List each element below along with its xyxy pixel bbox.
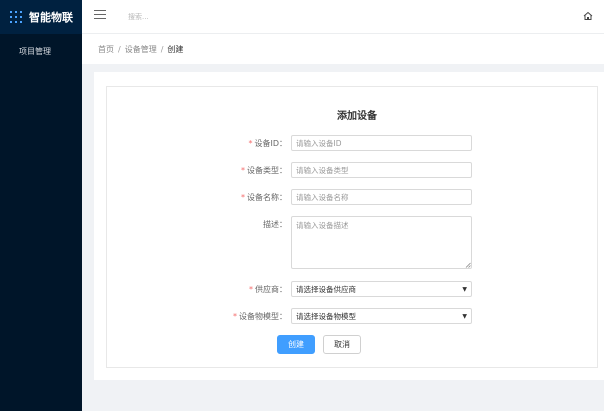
create-button[interactable]: 创建 xyxy=(277,335,315,354)
device-type-input[interactable] xyxy=(291,162,472,178)
search-input[interactable] xyxy=(128,10,268,24)
breadcrumb-separator: / xyxy=(160,44,164,54)
field-row-model: * 设备物模型： 请选择设备物模型 ▼ xyxy=(107,308,597,324)
supplier-label: * 供应商： xyxy=(249,285,287,294)
required-mark: * xyxy=(249,285,253,294)
app-name: 智能物联 xyxy=(29,11,73,24)
supplier-select[interactable]: 请选择设备供应商 ▼ xyxy=(291,281,472,297)
device-id-input[interactable] xyxy=(291,135,472,151)
required-mark: * xyxy=(233,312,237,321)
form-card: 添加设备 *设备ID： *设备类型： *设备名称： 描述： *供应商： 请选择设… xyxy=(106,86,598,368)
model-label: * 设备物模型： xyxy=(233,312,287,321)
cancel-button[interactable]: 取消 xyxy=(323,335,361,354)
resize-grip-icon[interactable] xyxy=(465,262,471,268)
home-icon[interactable] xyxy=(582,10,594,22)
description-label: 描述： xyxy=(263,220,287,229)
field-row-device-id: * 设备ID： xyxy=(107,135,597,151)
caret-down-icon: ▼ xyxy=(462,286,467,293)
breadcrumb-home[interactable]: 首页 xyxy=(98,44,114,55)
breadcrumb-separator: / xyxy=(118,44,121,54)
description-textarea[interactable] xyxy=(291,216,472,269)
device-id-label: * 设备ID： xyxy=(248,139,287,148)
field-row-device-type: * 设备类型： xyxy=(107,162,597,178)
required-mark: * xyxy=(241,193,245,202)
device-type-label: * 设备类型： xyxy=(241,166,287,175)
breadcrumb-device-management[interactable]: 设备管理 xyxy=(125,44,157,55)
logo[interactable]: 智能物联 xyxy=(0,0,82,34)
main-content: 添加设备 *设备ID： *设备类型： *设备名称： 描述： *供应商： 请选择设… xyxy=(94,72,604,380)
device-name-input[interactable] xyxy=(291,189,472,205)
supplier-selected-value: 请选择设备供应商 xyxy=(296,284,356,294)
required-mark: * xyxy=(248,139,253,148)
breadcrumb: 首页 / 设备管理 / 创建 xyxy=(82,34,604,64)
top-header xyxy=(82,0,604,34)
field-row-supplier: * 供应商： 请选择设备供应商 ▼ xyxy=(107,281,597,297)
form-title: 添加设备 xyxy=(337,111,377,122)
sidebar-item-project-management[interactable]: 项目管理 xyxy=(0,36,82,66)
sidebar: 智能物联 项目管理 xyxy=(0,0,82,411)
required-mark: * xyxy=(241,166,245,175)
field-row-device-name: * 设备名称： xyxy=(107,189,597,205)
breadcrumb-current: 创建 xyxy=(167,44,184,54)
device-name-label: * 设备名称： xyxy=(241,193,287,202)
sidebar-item-label: 项目管理 xyxy=(19,46,51,56)
field-row-description: 描述： xyxy=(107,216,597,270)
hamburger-icon[interactable] xyxy=(94,10,106,22)
caret-down-icon: ▼ xyxy=(462,313,467,320)
grid-icon xyxy=(10,11,22,23)
model-select[interactable]: 请选择设备物模型 ▼ xyxy=(291,308,472,324)
model-selected-value: 请选择设备物模型 xyxy=(296,311,356,321)
